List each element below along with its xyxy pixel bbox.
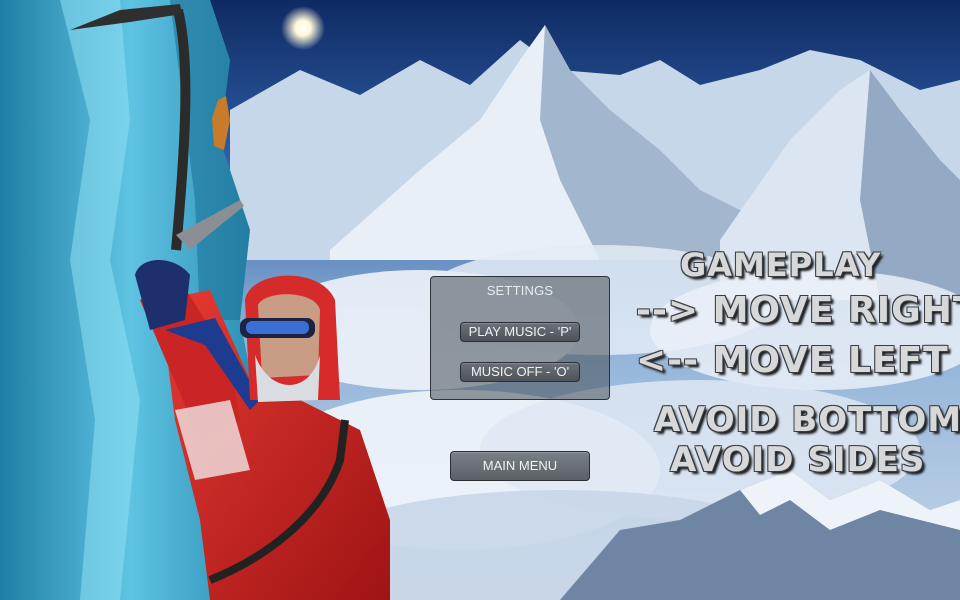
music-off-button[interactable]: MUSIC OFF - 'O' <box>460 362 580 382</box>
move-left-instruction: <-- MOVE LEFT <box>636 340 949 381</box>
avoid-sides-instruction: AVOID SIDES <box>670 440 926 480</box>
settings-title: SETTINGS <box>486 283 554 298</box>
climber-goggles-lens <box>246 321 309 334</box>
gameplay-heading: GAMEPLAY <box>680 246 882 284</box>
sun <box>281 6 325 50</box>
play-music-button[interactable]: PLAY MUSIC - 'P' <box>460 322 580 342</box>
main-menu-button[interactable]: MAIN MENU <box>450 451 590 481</box>
settings-panel: SETTINGS PLAY MUSIC - 'P' MUSIC OFF - 'O… <box>430 276 610 400</box>
move-right-instruction: --> MOVE RIGHT <box>636 290 960 331</box>
avoid-bottom-instruction: AVOID BOTTOM <box>654 400 960 440</box>
